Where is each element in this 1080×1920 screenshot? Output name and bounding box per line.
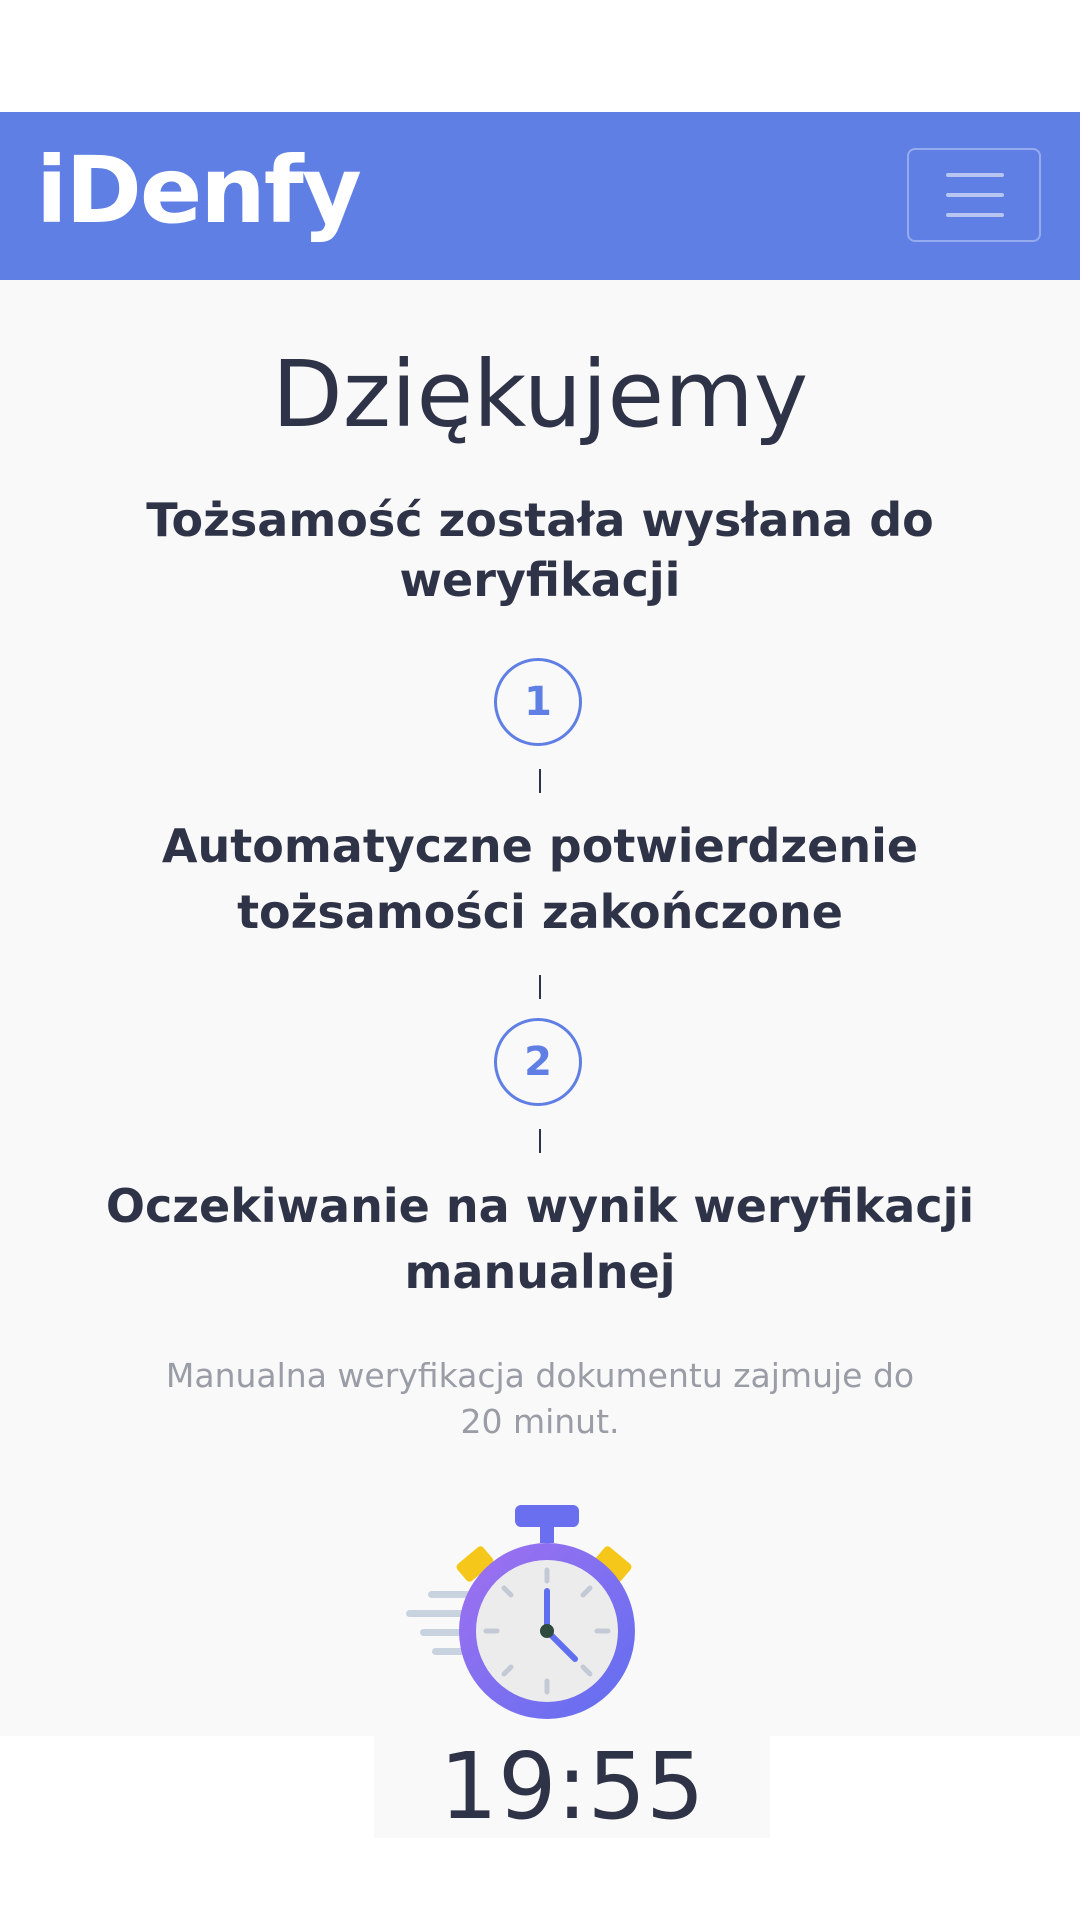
page-title: Dziękujemy (271, 341, 809, 448)
step-connector (539, 1129, 541, 1153)
page-subtitle: Tożsamość została wysłana do weryfikacji (146, 493, 934, 607)
countdown-timer: 19:55 (439, 1733, 705, 1840)
stopwatch-icon (406, 1505, 635, 1719)
idenfy-logo[interactable]: iDenfy (36, 136, 362, 246)
step-2-circle: 2 (494, 1018, 582, 1106)
step-1-circle: 1 (494, 658, 582, 746)
hamburger-bar (946, 193, 1004, 197)
step-connector (539, 975, 541, 999)
status-bar-area (0, 0, 1080, 112)
hamburger-bar (946, 213, 1004, 217)
navbar: iDenfy (0, 112, 1080, 280)
menu-toggle-button[interactable] (907, 148, 1041, 242)
verification-time-note: Manualna weryfikacja dokumentu zajmuje d… (165, 1356, 915, 1441)
step-1-label: Automatyczne potwierdzenie tożsamości za… (161, 819, 919, 939)
main-content: Dziękujemy Tożsamość została wysłana do … (0, 280, 1080, 1736)
hamburger-bar (946, 173, 1004, 177)
step-connector (539, 769, 541, 793)
step-2-label: Oczekiwanie na wynik weryfikacji manualn… (105, 1179, 975, 1299)
countdown-box: 19:55 (374, 1736, 770, 1838)
